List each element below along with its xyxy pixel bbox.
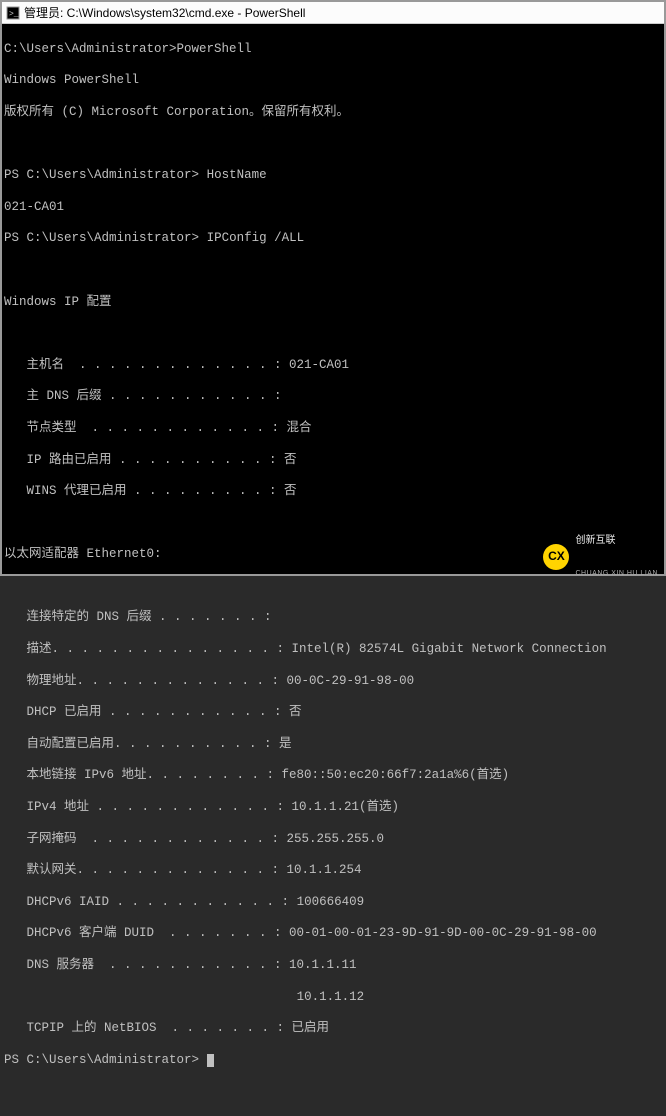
conn-dns-row: 连接特定的 DNS 后缀 . . . . . . . : [4,610,660,626]
hostname-output: 021-CA01 [4,200,660,216]
hostname-label: 主机名 . . . . . . . . . . . . . : [4,358,289,372]
cmd-hostname: HostName [207,168,267,182]
dhcp-label: DHCP 已启用 . . . . . . . . . . . : [4,705,289,719]
gw-value: 10.1.1.254 [287,863,362,877]
ipv4-value: 10.1.1.21(首选) [292,800,400,814]
ps-prompt: PS C:\Users\Administrator> [4,168,199,182]
ipv4-label: IPv4 地址 . . . . . . . . . . . . : [4,800,292,814]
watermark-logo-icon: CX [543,544,569,570]
cmd-ipconfig: IPConfig /ALL [207,231,305,245]
ps-prompt: PS C:\Users\Administrator> [4,1053,199,1067]
duid-label: DHCPv6 客户端 DUID . . . . . . . : [4,926,289,940]
node-type-value: 混合 [287,421,312,435]
mask-value: 255.255.255.0 [287,832,385,846]
iaid-value: 100666409 [297,895,365,909]
desc-value: Intel(R) 82574L Gigabit Network Connecti… [292,642,607,656]
gw-label: 默认网关. . . . . . . . . . . . . : [4,863,287,877]
wins-proxy-label: WINS 代理已启用 . . . . . . . . . : [4,484,284,498]
ll-ipv6-value: fe80::50:ec20:66f7:2a1a%6(首选) [282,768,510,782]
cmd-icon: >_ [6,6,20,20]
dns-pad [4,990,297,1004]
mask-label: 子网掩码 . . . . . . . . . . . . : [4,832,287,846]
ps-prompt: PS C:\Users\Administrator> [4,231,199,245]
autoconf-value: 是 [279,737,292,751]
duid-value: 00-01-00-01-23-9D-91-9D-00-0C-29-91-98-0… [289,926,597,940]
ps-banner-2: 版权所有 (C) Microsoft Corporation。保留所有权利。 [4,105,660,121]
netbios-value: 已启用 [292,1021,330,1035]
desc-label: 描述. . . . . . . . . . . . . . . : [4,642,292,656]
node-type-label: 节点类型 . . . . . . . . . . . . : [4,421,287,435]
prompt: C:\Users\Administrator> [4,42,177,56]
watermark-text: 创新互联 CHUANG XIN HU LIAN [575,513,658,601]
svg-text:>_: >_ [9,10,19,19]
ip-routing-label: IP 路由已启用 . . . . . . . . . . : [4,453,284,467]
ip-routing-value: 否 [284,453,297,467]
window-title: 管理员: C:\Windows\system32\cmd.exe - Power… [24,4,305,21]
dhcp-value: 否 [289,705,302,719]
netbios-label: TCPIP 上的 NetBIOS . . . . . . . : [4,1021,292,1035]
dns-suffix-row: 主 DNS 后缀 . . . . . . . . . . . : [4,389,660,405]
ipconfig-header: Windows IP 配置 [4,295,660,311]
ps-banner-1: Windows PowerShell [4,73,660,89]
terminal-output[interactable]: C:\Users\Administrator>PowerShell Window… [2,24,664,574]
watermark: CX 创新互联 CHUANG XIN HU LIAN [494,540,664,574]
window-titlebar[interactable]: >_ 管理员: C:\Windows\system32\cmd.exe - Po… [2,2,664,24]
phys-value: 00-0C-29-91-98-00 [287,674,415,688]
ll-ipv6-label: 本地链接 IPv6 地址. . . . . . . . : [4,768,282,782]
iaid-label: DHCPv6 IAID . . . . . . . . . . . : [4,895,297,909]
wins-proxy-value: 否 [284,484,297,498]
dns-value-2: 10.1.1.12 [297,990,365,1004]
cmd-powershell: PowerShell [177,42,252,56]
autoconf-label: 自动配置已启用. . . . . . . . . . : [4,737,279,751]
text-cursor [207,1054,214,1067]
dns-label: DNS 服务器 . . . . . . . . . . . : [4,958,289,972]
phys-label: 物理地址. . . . . . . . . . . . . : [4,674,287,688]
dns-value-1: 10.1.1.11 [289,958,357,972]
hostname-value: 021-CA01 [289,358,349,372]
